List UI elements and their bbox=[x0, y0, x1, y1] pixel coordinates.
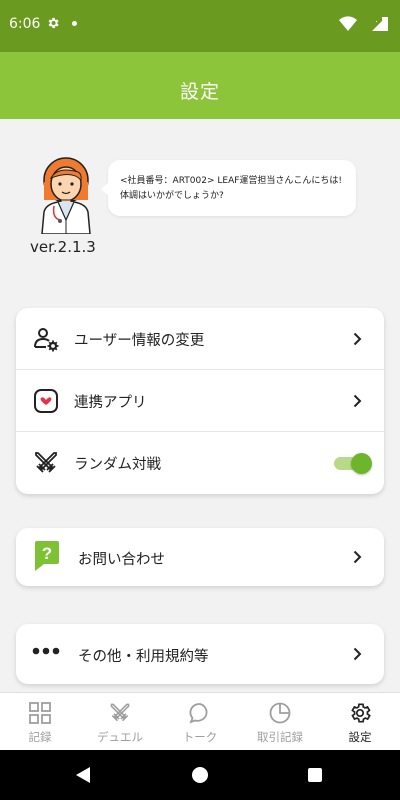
nav-item-records[interactable]: 記録 bbox=[0, 693, 80, 750]
nav-item-trade-records[interactable]: 取引記録 bbox=[240, 693, 320, 750]
system-nav-bar bbox=[0, 750, 400, 800]
page-title: 設定 bbox=[179, 81, 220, 103]
settings-item-label: 連携アプリ bbox=[74, 395, 147, 411]
bottom-nav: 記録 デュエル トーク 取引記録 設定 bbox=[0, 692, 400, 750]
chat-bubble-icon bbox=[189, 703, 208, 724]
help-bubble-icon: ? bbox=[35, 541, 59, 571]
toggle-knob bbox=[351, 453, 372, 474]
contact-card[interactable]: ? お問い合わせ bbox=[16, 528, 384, 586]
notification-dot-icon bbox=[72, 21, 77, 26]
gear-icon bbox=[48, 17, 59, 29]
greeting-line-1: <社員番号：ART002> LEAF運営担当さんこんにちは! bbox=[120, 176, 343, 186]
nav-label: 設定 bbox=[348, 730, 372, 744]
contact-label: お問い合わせ bbox=[78, 552, 165, 568]
recent-apps-icon[interactable] bbox=[308, 768, 322, 782]
crossed-swords-icon bbox=[35, 452, 57, 473]
more-dots-icon bbox=[32, 647, 60, 655]
nav-item-talk[interactable]: トーク bbox=[160, 693, 240, 750]
app-bar: 設定 bbox=[0, 52, 400, 119]
app-version: ver.2.1.3 bbox=[30, 238, 96, 256]
settings-item-linked-apps[interactable]: 連携アプリ bbox=[16, 370, 384, 432]
status-time: 6:06 bbox=[9, 16, 41, 32]
settings-item-label: ユーザー情報の変更 bbox=[74, 333, 205, 349]
nav-label: 取引記録 bbox=[257, 730, 303, 744]
gear-icon bbox=[351, 703, 371, 723]
user-settings-icon bbox=[34, 328, 59, 352]
other-label: その他・利用規約等 bbox=[78, 649, 209, 665]
health-app-icon bbox=[34, 389, 58, 413]
wifi-battery-icon bbox=[339, 16, 388, 31]
nav-label: 記録 bbox=[28, 730, 52, 744]
status-bar: 6:06 bbox=[0, 0, 400, 52]
nav-label: トーク bbox=[182, 730, 218, 744]
settings-card: ユーザー情報の変更 連携アプリ ランダム対戦 bbox=[16, 308, 384, 494]
random-match-toggle[interactable] bbox=[334, 452, 372, 474]
chevron-right-icon bbox=[353, 394, 362, 408]
other-card[interactable]: その他・利用規約等 bbox=[16, 624, 384, 684]
chevron-right-icon bbox=[353, 647, 362, 661]
settings-item-label: ランダム対戦 bbox=[74, 457, 161, 473]
grid-icon bbox=[29, 702, 51, 724]
chevron-right-icon bbox=[353, 332, 362, 346]
back-icon[interactable] bbox=[75, 766, 91, 784]
greeting-bubble: <社員番号：ART002> LEAF運営担当さんこんにちは! 体調はいかがでしょ… bbox=[101, 160, 356, 216]
chevron-right-icon bbox=[353, 550, 362, 564]
crossed-swords-icon bbox=[110, 703, 130, 722]
pie-chart-icon bbox=[269, 702, 291, 724]
profile-section: <社員番号：ART002> LEAF運営担当さんこんにちは! 体調はいかがでしょ… bbox=[0, 150, 400, 270]
settings-item-random-match: ランダム対戦 bbox=[16, 432, 384, 494]
home-icon[interactable] bbox=[192, 767, 208, 783]
nav-item-duel[interactable]: デュエル bbox=[80, 693, 160, 750]
settings-item-user-info[interactable]: ユーザー情報の変更 bbox=[16, 308, 384, 370]
doctor-avatar-icon bbox=[41, 157, 91, 234]
nav-label: デュエル bbox=[97, 730, 143, 744]
greeting-line-2: 体調はいかがでしょうか? bbox=[120, 191, 224, 201]
nav-item-settings[interactable]: 設定 bbox=[320, 693, 400, 750]
svg-text:?: ? bbox=[42, 544, 52, 563]
